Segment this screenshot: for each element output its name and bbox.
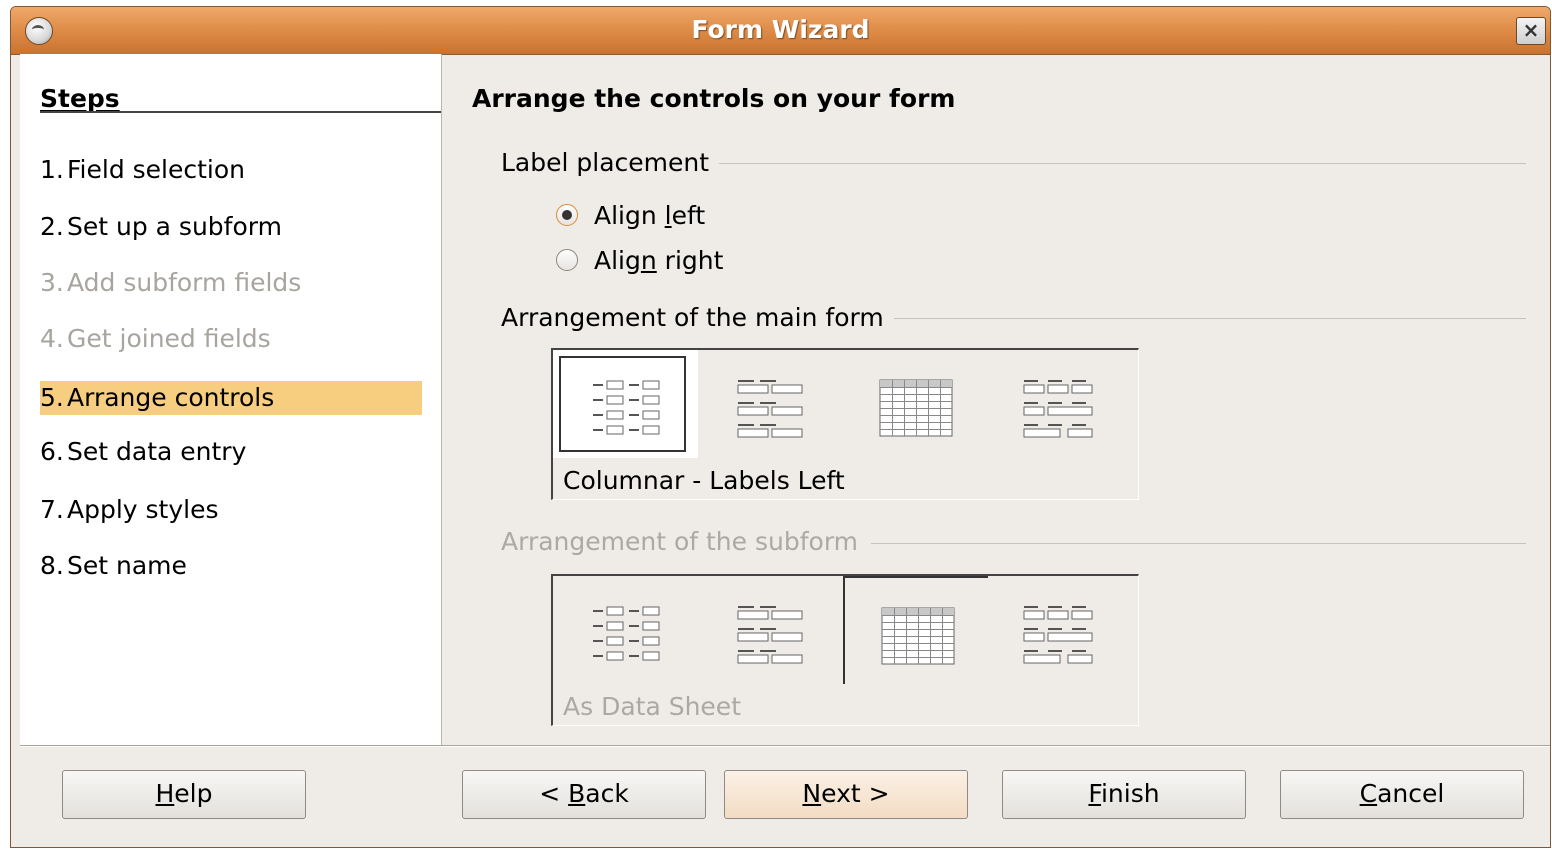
close-button[interactable]: ×	[1516, 17, 1546, 45]
step-number: 7.	[40, 495, 64, 524]
sub-datasheet-option	[843, 576, 988, 684]
button-bar-divider	[20, 745, 1550, 747]
step-set-name[interactable]: 8. Set name	[40, 549, 422, 583]
main-form-arrangement-caption: Columnar - Labels Left	[563, 466, 845, 495]
step-number: 6.	[40, 437, 64, 466]
subform-arrangement-caption: As Data Sheet	[563, 692, 741, 721]
columnar-labels-left-icon	[593, 606, 660, 661]
group-divider	[891, 318, 1526, 319]
sub-columnar-labels-left-option	[553, 576, 698, 684]
step-number: 8.	[40, 551, 64, 580]
back-button[interactable]: < Back	[462, 770, 706, 819]
step-set-data-entry[interactable]: 6. Set data entry	[40, 435, 422, 469]
step-get-joined-fields: 4. Get joined fields	[40, 322, 422, 356]
main-datasheet-option[interactable]	[843, 350, 988, 458]
step-number: 1.	[40, 155, 64, 184]
step-number: 4.	[40, 324, 64, 353]
step-label: Field selection	[67, 155, 246, 184]
page-title: Arrange the controls on your form	[472, 84, 956, 113]
finish-button[interactable]: Finish	[1002, 770, 1246, 819]
steps-heading: Steps	[40, 84, 120, 113]
subform-group-label: Arrangement of the subform	[501, 527, 869, 556]
step-number: 2.	[40, 212, 64, 241]
main-form-group-label: Arrangement of the main form	[501, 303, 894, 332]
step-number: 3.	[40, 268, 64, 297]
align-right-option[interactable]: Align right	[556, 243, 723, 277]
align-left-radio[interactable]	[556, 204, 578, 226]
columnar-labels-top-icon	[737, 606, 803, 664]
step-label: Set name	[67, 551, 187, 580]
cancel-button[interactable]: Cancel	[1280, 770, 1524, 819]
columnar-labels-left-icon	[593, 380, 660, 435]
label-placement-group-label: Label placement	[501, 148, 720, 177]
datasheet-icon	[881, 607, 955, 665]
main-blocks-labels-top-option[interactable]	[988, 350, 1133, 458]
steps-divider	[40, 111, 441, 113]
sub-columnar-labels-top-option	[698, 576, 843, 684]
main-form-arrangement-selector: Columnar - Labels Left	[551, 348, 1139, 500]
step-number: 5.	[40, 383, 64, 412]
step-label: Apply styles	[67, 495, 219, 524]
step-apply-styles[interactable]: 7. Apply styles	[40, 493, 422, 527]
blocks-labels-top-icon	[1023, 606, 1093, 664]
step-arrange-controls[interactable]: 5. Arrange controls	[40, 381, 422, 415]
step-label: Add subform fields	[67, 268, 302, 297]
step-label: Set up a subform	[67, 212, 282, 241]
subform-arrangement-selector: As Data Sheet	[551, 574, 1139, 726]
next-button[interactable]: Next >	[724, 770, 968, 819]
step-label: Arrange controls	[67, 383, 275, 412]
group-divider	[711, 163, 1526, 164]
main-columnar-labels-left-option[interactable]	[553, 350, 698, 458]
group-divider	[871, 543, 1526, 544]
columnar-labels-top-icon	[737, 380, 803, 438]
steps-panel: Steps 1. Field selection 2. Set up a subfo…	[20, 54, 442, 745]
datasheet-icon	[879, 379, 953, 437]
step-field-selection[interactable]: 1. Field selection	[40, 153, 422, 187]
step-set-up-subform[interactable]: 2. Set up a subform	[40, 210, 422, 244]
step-label: Set data entry	[67, 437, 247, 466]
step-label: Get joined fields	[67, 324, 271, 353]
blocks-labels-top-icon	[1023, 380, 1093, 438]
help-button[interactable]: Help	[62, 770, 306, 819]
align-right-radio[interactable]	[556, 249, 578, 271]
main-columnar-labels-top-option[interactable]	[698, 350, 843, 458]
align-right-label: Align right	[594, 245, 724, 275]
align-left-option[interactable]: Align left	[556, 198, 705, 232]
align-left-label: Align left	[594, 200, 706, 230]
step-add-subform-fields: 3. Add subform fields	[40, 266, 422, 300]
title-bar: Form Wizard ×	[11, 7, 1550, 55]
form-wizard-window: Form Wizard × Steps 1. Field selection 2.…	[10, 6, 1551, 848]
sub-blocks-labels-top-option	[988, 576, 1133, 684]
window-title: Form Wizard	[691, 15, 870, 44]
